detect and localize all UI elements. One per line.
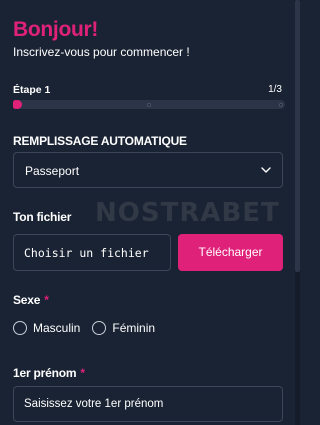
scrollbar[interactable] [295, 0, 300, 425]
choose-file-text: Choisir un fichier [24, 246, 149, 260]
autofill-selected-value: Passeport [25, 164, 80, 178]
signup-form: Bonjour! Inscrivez-vous pour commencer !… [0, 0, 300, 425]
choose-file-input[interactable]: Choisir un fichier [13, 234, 171, 271]
required-asterisk: * [44, 293, 49, 307]
radio-feminin[interactable] [92, 321, 107, 335]
autofill-label: REMPLISSAGE AUTOMATIQUE [13, 134, 187, 148]
step-dot-1 [13, 100, 22, 109]
first-name-input[interactable]: Saisissez votre 1er prénom [13, 386, 283, 422]
required-asterisk: * [80, 366, 85, 380]
page-subtitle: Inscrivez-vous pour commencer ! [13, 45, 190, 59]
step-label: Étape 1 [13, 84, 51, 96]
page-title: Bonjour! [13, 18, 99, 41]
scrollbar-thumb[interactable] [295, 0, 300, 272]
radio-label-masculin[interactable]: Masculin [33, 321, 80, 335]
step-count: 1/3 [268, 84, 282, 95]
step-dot-3 [279, 102, 283, 107]
gender-radio-group: Masculin Féminin [13, 319, 155, 337]
chevron-down-icon [261, 167, 271, 173]
watermark: NOSTRABET [95, 198, 280, 228]
gender-label: Sexe * [13, 293, 49, 307]
autofill-select[interactable]: Passeport [13, 152, 283, 188]
first-name-label: 1er prénom * [13, 366, 85, 380]
radio-masculin[interactable] [13, 321, 27, 335]
step-dot-2 [147, 102, 151, 107]
step-progress-bar [13, 100, 285, 109]
gender-label-text: Sexe [13, 293, 41, 307]
radio-label-feminin[interactable]: Féminin [112, 321, 155, 335]
first-name-label-text: 1er prénom [13, 366, 77, 380]
first-name-placeholder: Saisissez votre 1er prénom [24, 398, 164, 410]
upload-button[interactable]: Télécharger [178, 234, 283, 271]
file-label: Ton fichier [13, 210, 72, 224]
